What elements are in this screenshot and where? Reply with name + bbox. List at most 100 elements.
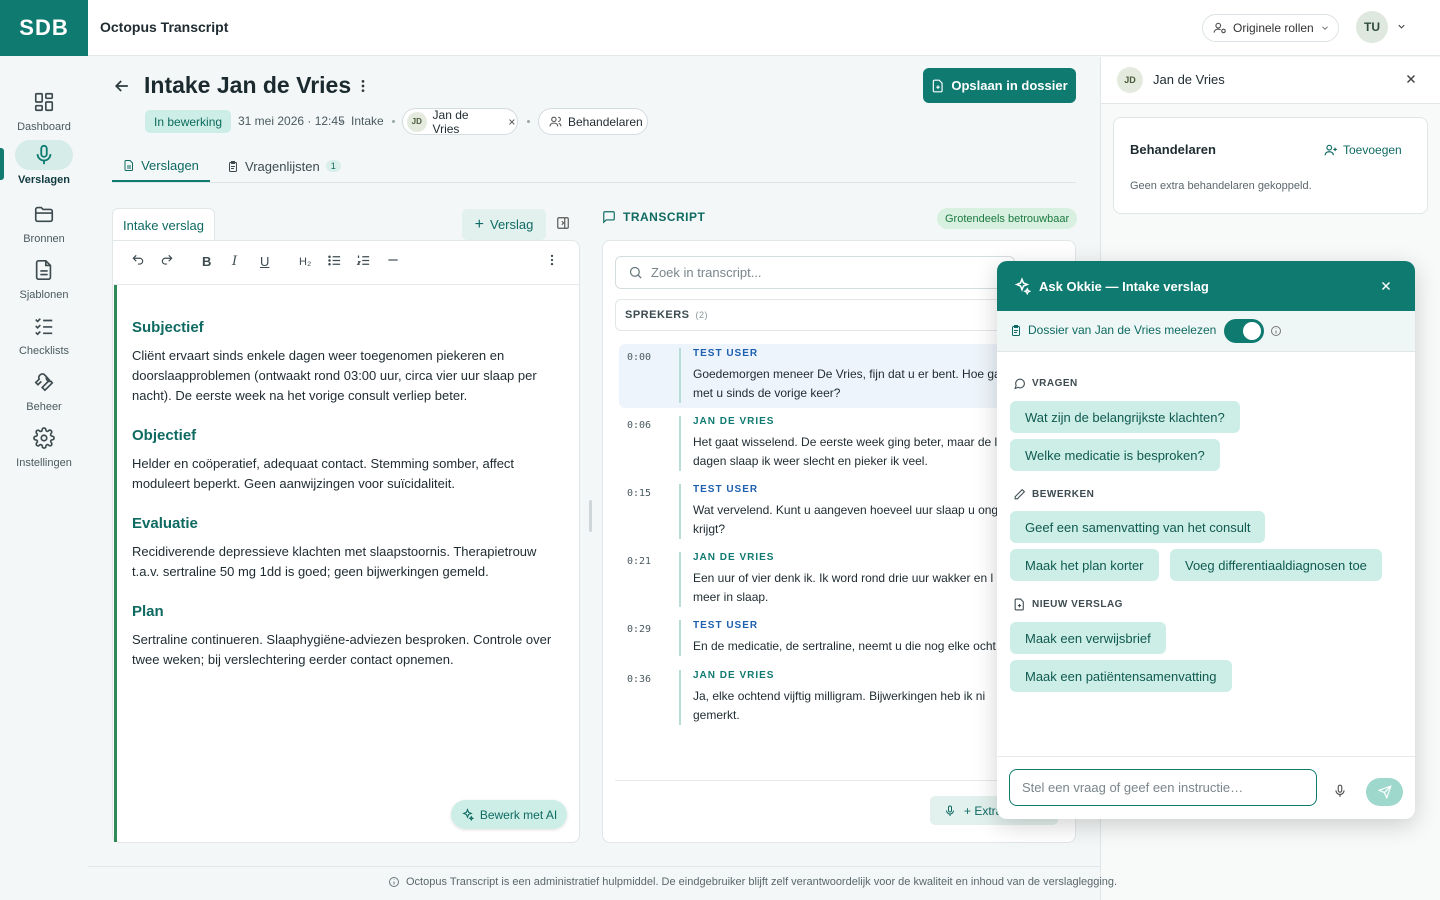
ask-okkie-header: Ask Okkie — Intake verslag xyxy=(997,261,1415,311)
suggestion-chip[interactable]: Maak een verwijsbrief xyxy=(1010,622,1166,654)
suggestion-chip[interactable]: Maak het plan korter xyxy=(1010,549,1159,581)
transcript-segment[interactable]: 0:15 TEST USER Wat vervelend. Kunt u aang… xyxy=(619,480,1019,544)
user-avatar[interactable]: TU xyxy=(1356,11,1388,43)
bullet-list-icon[interactable] xyxy=(327,253,342,268)
save-to-dossier-button[interactable]: Opslaan in dossier xyxy=(923,68,1076,103)
disclaimer-text: Octopus Transcript is een administratief… xyxy=(406,876,1118,888)
section-text: Recidiverende depressieve klachten met s… xyxy=(132,544,537,579)
sparkle-icon xyxy=(462,808,474,821)
sidebar-item-instellingen[interactable]: Instellingen xyxy=(0,423,88,469)
sidebar-item-verslagen[interactable]: Verslagen xyxy=(0,140,88,186)
input-placeholder: Stel een vraag of geef een instructie… xyxy=(1022,780,1244,795)
microphone-icon xyxy=(36,144,52,165)
microphone-icon xyxy=(946,805,954,816)
ask-okkie-divider xyxy=(997,756,1415,757)
sidebar-item-sjablonen[interactable]: Sjablonen xyxy=(0,255,88,301)
undo-icon[interactable] xyxy=(131,253,145,267)
save-label: Opslaan in dossier xyxy=(951,78,1068,93)
segment-time[interactable]: 0:21 xyxy=(627,556,651,567)
transcript-segment[interactable]: 0:00 TEST USER Goedemorgen meneer De Vrie… xyxy=(619,344,1019,408)
segment-time[interactable]: 0:36 xyxy=(627,674,651,685)
section-heading: Objectief xyxy=(132,427,197,444)
ask-okkie-input[interactable]: Stel een vraag of geef een instructie… xyxy=(1009,769,1317,806)
group-bewerken: BEWERKEN xyxy=(1013,488,1094,501)
edit-with-ai-label: Bewerk met AI xyxy=(479,807,558,822)
bold-icon[interactable]: B xyxy=(202,254,211,269)
suggestion-chip[interactable]: Welke medicatie is besproken? xyxy=(1010,439,1220,471)
segment-time[interactable]: 0:06 xyxy=(627,420,651,431)
separator-dot xyxy=(392,120,395,123)
tab-verslagen[interactable]: Verslagen xyxy=(112,150,210,182)
wrench-icon xyxy=(34,373,54,392)
back-arrow-icon[interactable] xyxy=(112,76,132,96)
chevron-down-icon[interactable] xyxy=(1396,21,1407,32)
roles-dropdown[interactable]: Originele rollen xyxy=(1202,14,1339,42)
transcript-search-input[interactable]: Zoek in transcript... xyxy=(615,256,1015,289)
sidebar-item-beheer[interactable]: Beheer xyxy=(0,367,88,413)
info-icon[interactable] xyxy=(1270,325,1282,337)
suggestion-chip[interactable]: Voeg differentiaaldiagnosen toe xyxy=(1170,549,1382,581)
edit-with-ai-button[interactable]: Bewerk met AI xyxy=(451,800,567,829)
client-name: Jan de Vries xyxy=(432,107,469,136)
more-vertical-icon[interactable] xyxy=(355,78,371,94)
transcript-segment[interactable]: 0:36 JAN DE VRIES Ja, elke ochtend vijfti… xyxy=(619,666,1019,730)
page-title: Intake Jan de Vries xyxy=(144,72,352,98)
behandelaren-chip[interactable]: Behandelaren xyxy=(538,108,648,135)
suggestion-chip[interactable]: Geef een samenvatting van het consult xyxy=(1010,511,1266,543)
close-icon[interactable] xyxy=(1404,72,1418,86)
transcript-title: TRANSCRIPT xyxy=(623,210,706,224)
group-label: NIEUW VERSLAG xyxy=(1032,599,1123,610)
transcript-segment[interactable]: 0:06 JAN DE VRIES Het gaat wisselend. De … xyxy=(619,412,1019,476)
heading-2-icon[interactable]: H₂ xyxy=(299,256,311,268)
editor-toolbar: B I U H₂ xyxy=(113,241,579,285)
resize-handle[interactable] xyxy=(589,500,592,532)
microphone-icon[interactable] xyxy=(1333,783,1347,799)
send-button[interactable] xyxy=(1366,778,1403,806)
editor-content[interactable]: Subjectief Cliënt ervaart sinds enkele d… xyxy=(114,285,579,842)
client-chip[interactable]: JD Jan de Vries xyxy=(402,107,518,136)
section-text: Sertraline continueren. Slaaphygiëne-adv… xyxy=(132,632,552,667)
speakers-section[interactable]: SPREKERS (2) xyxy=(615,299,1015,331)
group-label: VRAGEN xyxy=(1032,378,1078,389)
add-report-button[interactable]: + Verslag xyxy=(462,209,546,240)
sidebar-item-label: Dashboard xyxy=(17,121,71,133)
segment-speaker: JAN DE VRIES xyxy=(693,552,775,563)
transcript-divider xyxy=(615,780,1060,781)
status-badge: In bewerking xyxy=(145,110,232,133)
reliability-badge: Grotendeels betrouwbaar xyxy=(937,208,1078,229)
more-vertical-icon[interactable] xyxy=(545,253,559,267)
segment-speaker: TEST USER xyxy=(693,620,759,631)
italic-icon[interactable]: I xyxy=(232,254,237,269)
redo-icon[interactable] xyxy=(160,253,174,267)
suggestion-chip[interactable]: Maak een patiëntensamenvatting xyxy=(1010,660,1232,692)
sidebar-item-bronnen[interactable]: Bronnen xyxy=(0,199,88,245)
behandelaren-card xyxy=(1113,117,1428,214)
numbered-list-icon[interactable] xyxy=(356,253,371,268)
report-tab[interactable]: Intake verslag xyxy=(112,208,215,241)
segment-time[interactable]: 0:15 xyxy=(627,488,651,499)
file-save-icon xyxy=(933,79,943,92)
segment-time[interactable]: 0:00 xyxy=(627,352,651,363)
close-icon[interactable] xyxy=(507,117,517,127)
panel-toggle-icon[interactable] xyxy=(556,216,570,230)
speakers-label: SPREKERS xyxy=(625,309,690,321)
close-icon[interactable] xyxy=(1379,279,1393,293)
suggestion-chip[interactable]: Wat zijn de belangrijkste klachten? xyxy=(1010,401,1240,433)
dossier-read-toggle[interactable] xyxy=(1224,319,1264,343)
segment-text: Het gaat wisselend. De eerste week ging … xyxy=(693,435,998,468)
section-text: Helder en coöperatief, adequaat contact.… xyxy=(132,456,515,491)
document-icon xyxy=(35,260,52,280)
underline-icon[interactable]: U xyxy=(260,254,269,269)
dashboard-icon xyxy=(34,92,54,112)
tab-vragenlijsten[interactable]: Vragenlijsten 1 xyxy=(227,150,341,182)
section-objectief: Objectief Helder en coöperatief, adequaa… xyxy=(132,427,562,494)
add-behandelaar-button[interactable]: Toevoegen xyxy=(1324,143,1402,157)
segment-time[interactable]: 0:29 xyxy=(627,624,651,635)
app-logo[interactable]: SDB xyxy=(0,0,88,56)
sidebar-item-dashboard[interactable]: Dashboard xyxy=(0,87,88,133)
transcript-segment[interactable]: 0:29 TEST USER En de medicatie, de sertra… xyxy=(619,616,1019,662)
add-label: Toevoegen xyxy=(1343,143,1402,157)
transcript-segment[interactable]: 0:21 JAN DE VRIES Een uur of vier denk ik… xyxy=(619,548,1019,612)
horizontal-rule-icon[interactable] xyxy=(386,253,400,267)
sidebar-item-checklists[interactable]: Checklists xyxy=(0,311,88,357)
